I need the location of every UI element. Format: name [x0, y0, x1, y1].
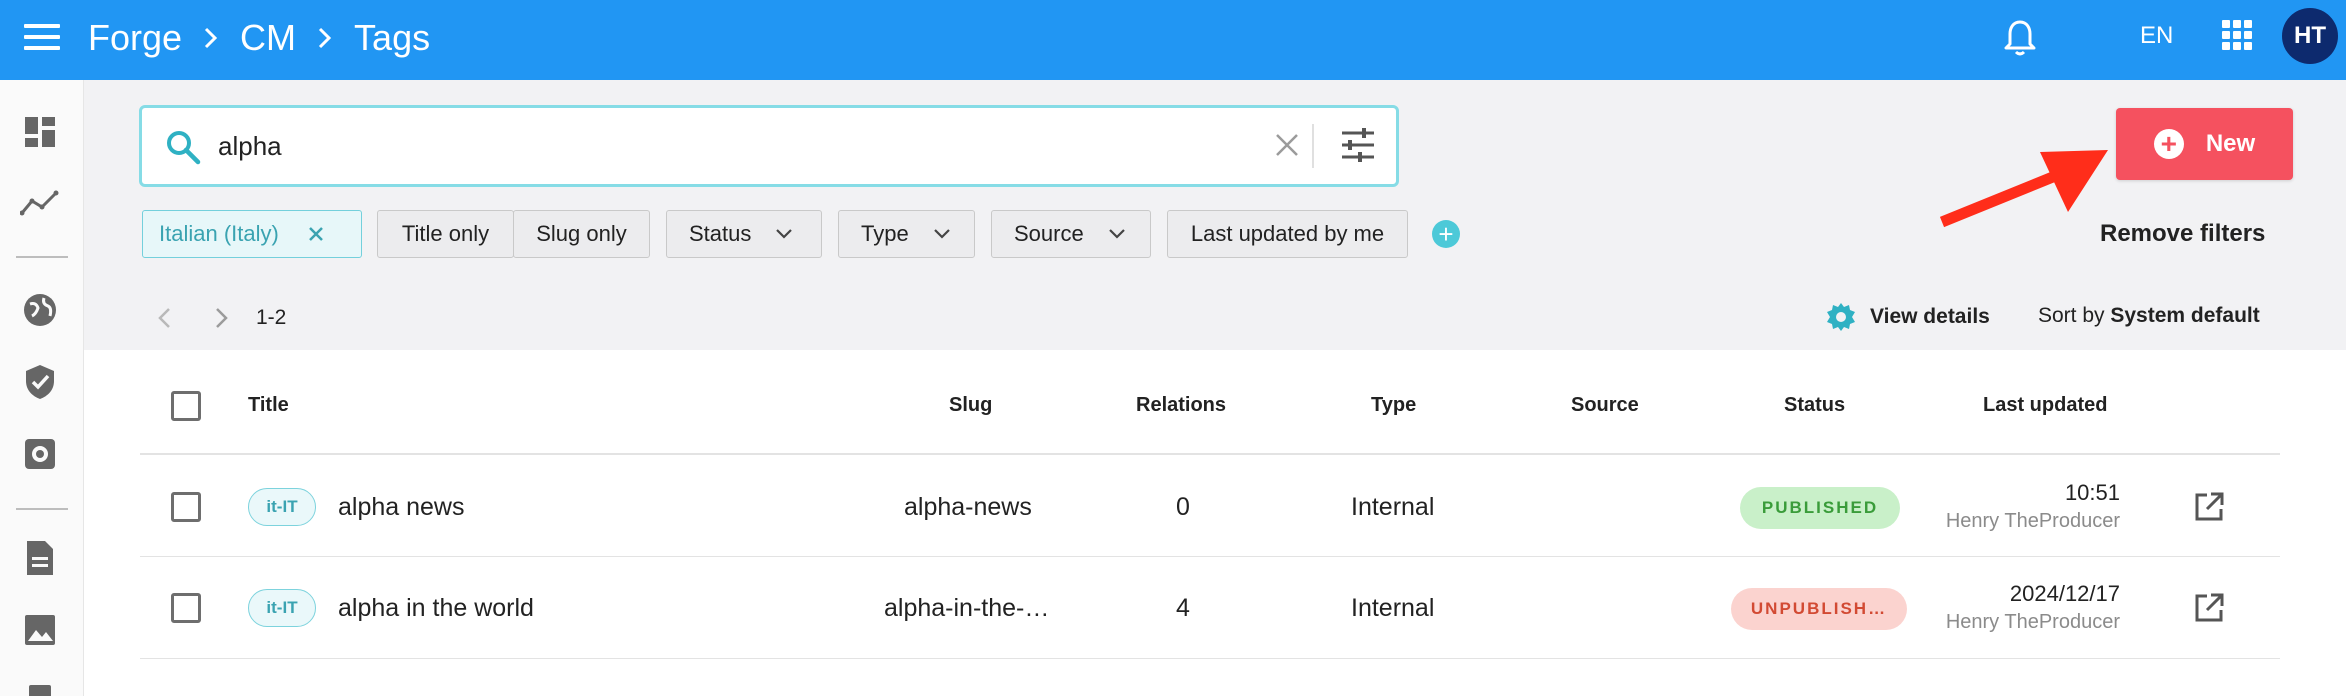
- column-header-source[interactable]: Source: [1571, 394, 1639, 417]
- last-updated-cell: 10:51 Henry TheProducer: [1860, 480, 2120, 533]
- row-relations: 4: [1176, 594, 1190, 622]
- gear-icon: [1826, 302, 1856, 332]
- search-input[interactable]: [218, 124, 1368, 168]
- source-filter-dropdown[interactable]: Source: [991, 210, 1151, 258]
- title-only-toggle[interactable]: Title only: [377, 210, 514, 258]
- column-header-slug[interactable]: Slug: [949, 394, 992, 417]
- row-slug: alpha-news: [904, 493, 1032, 521]
- avatar[interactable]: HT: [2282, 8, 2338, 64]
- sidebar: [0, 80, 84, 696]
- search-box: [139, 105, 1399, 187]
- language-switcher[interactable]: EN: [2140, 22, 2173, 50]
- globe-icon[interactable]: [20, 290, 60, 330]
- sort-by-prefix: Sort by: [2038, 304, 2105, 327]
- apps-grid-icon[interactable]: [2222, 20, 2252, 50]
- chevron-right-icon[interactable]: [214, 306, 230, 335]
- row-divider: [140, 556, 2280, 557]
- slug-only-toggle[interactable]: Slug only: [513, 210, 650, 258]
- row-type: Internal: [1351, 594, 1435, 622]
- row-type: Internal: [1351, 493, 1435, 521]
- top-app-bar: Forge CM Tags EN HT: [0, 0, 2346, 80]
- close-icon[interactable]: [1272, 130, 1302, 165]
- close-icon[interactable]: [307, 225, 325, 243]
- open-in-new-icon[interactable]: [2193, 592, 2225, 629]
- menu-icon[interactable]: [24, 24, 60, 54]
- status-filter-label: Status: [689, 221, 752, 246]
- breadcrumb-tags: Tags: [354, 17, 431, 58]
- last-updated-by-me-label: Last updated by me: [1190, 221, 1385, 246]
- locale-filter-chip[interactable]: Italian (Italy): [142, 210, 362, 258]
- sidebar-divider: [16, 256, 68, 258]
- chevron-down-icon: [933, 228, 951, 240]
- remove-filters-button[interactable]: Remove filters: [2100, 220, 2265, 248]
- red-arrow-annotation: [1939, 150, 2108, 228]
- chevron-down-icon: [775, 228, 793, 240]
- select-all-checkbox[interactable]: [171, 391, 201, 421]
- chevron-down-icon: [1108, 228, 1126, 240]
- last-updated-cell: 2024/12/17 Henry TheProducer: [1860, 581, 2120, 634]
- column-header-last-updated[interactable]: Last updated: [1983, 394, 2107, 417]
- shield-check-icon[interactable]: [20, 362, 60, 402]
- locale-badge: it-IT: [248, 488, 316, 526]
- last-updated-time: 10:51: [2064, 480, 2120, 505]
- row-title[interactable]: alpha in the world: [338, 594, 534, 623]
- sidebar-item-more-icon[interactable]: [20, 676, 60, 696]
- status-filter-dropdown[interactable]: Status: [666, 210, 822, 258]
- dashboard-icon[interactable]: [20, 112, 60, 152]
- column-header-title[interactable]: Title: [248, 394, 289, 417]
- new-button[interactable]: + New: [2116, 108, 2293, 180]
- chevron-left-icon[interactable]: [156, 306, 172, 335]
- sort-by-selector[interactable]: Sort by System default: [2038, 304, 2260, 328]
- open-in-new-icon[interactable]: [2193, 491, 2225, 528]
- title-only-label: Title only: [401, 221, 490, 246]
- row-divider: [140, 658, 2280, 659]
- column-header-type[interactable]: Type: [1371, 394, 1416, 417]
- last-updated-by: Henry TheProducer: [1945, 611, 2120, 633]
- table-header-divider: [140, 453, 2280, 455]
- last-updated-by-me-toggle[interactable]: Last updated by me: [1167, 210, 1408, 258]
- analytics-icon[interactable]: [20, 184, 60, 224]
- chevron-right-icon: [204, 27, 218, 49]
- row-relations: 0: [1176, 493, 1190, 521]
- add-filter-icon[interactable]: +: [1432, 220, 1460, 248]
- column-header-relations[interactable]: Relations: [1136, 394, 1226, 417]
- last-updated-by: Henry TheProducer: [1945, 510, 2120, 532]
- last-updated-time: 2024/12/17: [2009, 581, 2120, 606]
- sidebar-divider: [16, 508, 68, 510]
- slug-only-label: Slug only: [536, 221, 627, 246]
- chevron-right-icon: [318, 27, 332, 49]
- plus-circle-icon: +: [2153, 129, 2184, 159]
- settings-gear-icon[interactable]: [20, 434, 60, 474]
- document-icon[interactable]: [20, 538, 60, 578]
- bell-icon[interactable]: [2002, 18, 2038, 63]
- row-title[interactable]: alpha news: [338, 493, 464, 522]
- locale-filter-label: Italian (Italy): [159, 221, 279, 246]
- breadcrumb-cm[interactable]: CM: [240, 17, 296, 59]
- row-checkbox[interactable]: [171, 492, 201, 522]
- view-details-label: View details: [1870, 305, 1990, 328]
- search-icon: [164, 128, 202, 171]
- tune-icon[interactable]: [1340, 128, 1376, 167]
- search-divider: [1312, 124, 1314, 168]
- type-filter-dropdown[interactable]: Type: [838, 210, 975, 258]
- sort-by-value: System default: [2110, 304, 2260, 327]
- locale-badge: it-IT: [248, 589, 316, 627]
- pagination-range: 1-2: [256, 306, 287, 329]
- image-icon[interactable]: [20, 610, 60, 650]
- new-button-label: New: [2205, 130, 2256, 157]
- row-checkbox[interactable]: [171, 593, 201, 623]
- type-filter-label: Type: [861, 221, 909, 246]
- column-header-status[interactable]: Status: [1784, 394, 1845, 417]
- breadcrumb: Forge CM Tags: [88, 16, 430, 60]
- view-details-button[interactable]: View details: [1826, 302, 1990, 332]
- breadcrumb-forge[interactable]: Forge: [88, 17, 182, 59]
- source-filter-label: Source: [1014, 221, 1084, 246]
- row-slug: alpha-in-the-…: [884, 594, 1050, 622]
